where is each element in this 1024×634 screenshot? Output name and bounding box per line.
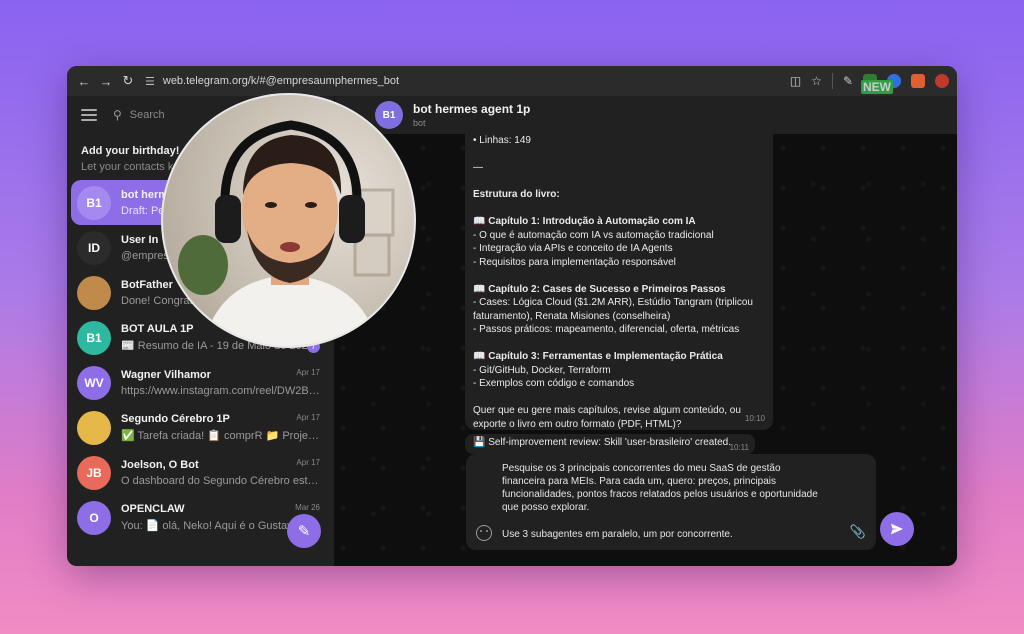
- chat-preview: https://www.instagram.com/reel/DW2BGfl..…: [121, 384, 321, 397]
- chat-date: Apr 17: [296, 413, 320, 422]
- message-line: Estrutura do livro:: [473, 189, 560, 200]
- message-line: 📖 Capítulo 2: Cases de Sucesso e Primeir…: [473, 283, 726, 295]
- chat-item-wagner[interactable]: WV Wagner Vilhamor https://www.instagram…: [67, 360, 334, 405]
- message-line: faturamento), Renata Misiones (conselhei…: [473, 310, 671, 322]
- new-extension-icon[interactable]: NEW: [861, 74, 893, 94]
- message-line: - O que é automação com IA vs automação …: [473, 229, 714, 241]
- url-text: web.telegram.org/k/#@empresaumphermes_bo…: [162, 75, 400, 87]
- message-line: - Passos práticos: mapeamento, diferenci…: [473, 324, 740, 335]
- message-line: —: [473, 162, 483, 173]
- message-line: [473, 202, 765, 216]
- message-text: 💾 Self-improvement review: Skill 'user-b…: [473, 437, 732, 448]
- message-line: [473, 175, 765, 189]
- message-line: - Cases: Lógica Cloud ($1.2M ARR), Estúd…: [473, 297, 753, 308]
- chat-item-joelson[interactable]: JB Joelson, O Bot O dashboard do Segundo…: [67, 450, 334, 495]
- conversation-pane: B1 bot hermes agent 1p bot • Linhas: 149…: [335, 96, 957, 566]
- header-avatar: B1: [375, 101, 403, 129]
- avatar: B1: [77, 320, 111, 355]
- message-text: • Linhas: 149 — Estrutura do livro: 📖 Capít…: [473, 134, 765, 431]
- address-bar[interactable]: ☰ web.telegram.org/k/#@empresaumphermes_…: [145, 70, 790, 92]
- chat-item-segundo-cerebro[interactable]: Segundo Cérebro 1P ✅ Tarefa criada! 📋 co…: [67, 405, 334, 450]
- message-line: [473, 337, 765, 351]
- message-bubble-review: 💾 Self-improvement review: Skill 'user-b…: [465, 434, 755, 454]
- pen-extension-icon[interactable]: ✎: [843, 74, 853, 88]
- send-button[interactable]: [880, 512, 914, 546]
- message-line: [473, 269, 765, 283]
- chat-date: Mar 26: [295, 503, 320, 512]
- avatar: O: [77, 500, 111, 535]
- composer-input[interactable]: Pesquise os 3 principais concorrentes do…: [502, 462, 822, 514]
- search-icon: ⚲: [113, 108, 122, 122]
- message-line: exporte o livro em outro formato (PDF, H…: [473, 418, 682, 430]
- message-composer[interactable]: Pesquise os 3 principais concorrentes do…: [466, 454, 876, 550]
- cast-icon[interactable]: ◫: [790, 74, 801, 88]
- message-line: Quer que eu gere mais capítulos, revise …: [473, 405, 741, 416]
- search-input[interactable]: ⚲ Search: [113, 108, 165, 122]
- message-line: [473, 391, 765, 405]
- browser-toolbar: ← → ↻ ☰ web.telegram.org/k/#@empresaumph…: [67, 66, 957, 96]
- chat-date: Apr 17: [296, 458, 320, 467]
- message-line: 📖 Capítulo 3: Ferramentas e Implementaçã…: [473, 351, 723, 362]
- site-settings-icon[interactable]: ☰: [145, 75, 155, 88]
- header-name: bot hermes agent 1p: [413, 102, 531, 116]
- message-line: • Linhas: 149: [473, 135, 531, 146]
- chat-date: Apr 17: [296, 368, 320, 377]
- message-line: - Git/GitHub, Docker, Terraform: [473, 364, 611, 376]
- search-placeholder: Search: [129, 109, 165, 121]
- toolbar-divider: [831, 73, 833, 89]
- message-line: 📖 Capítulo 1: Introdução à Automação com…: [473, 216, 696, 227]
- bookmark-star-icon[interactable]: ☆: [811, 74, 822, 88]
- attach-paperclip-icon[interactable]: 📎: [850, 524, 866, 540]
- header-subtitle: bot: [413, 118, 426, 128]
- red-extension-icon[interactable]: [935, 74, 949, 88]
- new-label: NEW: [861, 80, 893, 94]
- presenter-video-image: [178, 120, 395, 346]
- reload-icon[interactable]: ↻: [117, 73, 139, 89]
- menu-icon[interactable]: [81, 106, 97, 124]
- webcam-overlay: [161, 93, 416, 348]
- avatar: B1: [77, 185, 111, 220]
- message-time: 10:10: [744, 413, 765, 423]
- chat-preview: O dashboard do Segundo Cérebro está em: …: [121, 474, 321, 487]
- chat-header[interactable]: B1 bot hermes agent 1p bot: [335, 96, 957, 134]
- message-bubble: • Linhas: 149 — Estrutura do livro: 📖 Capít…: [465, 134, 773, 430]
- message-line: [473, 148, 765, 162]
- forward-arrow-icon[interactable]: →: [95, 74, 117, 89]
- emoji-icon[interactable]: [476, 525, 492, 541]
- message-time: 10:11: [729, 443, 749, 452]
- avatar: ID: [77, 230, 111, 265]
- composer-input-line2[interactable]: Use 3 subagentes em paralelo, um por con…: [502, 529, 733, 540]
- new-message-pencil-button[interactable]: ✎: [287, 514, 321, 548]
- message-line: - Integração via APIs e conceito de IA A…: [473, 243, 673, 254]
- send-icon: [891, 523, 903, 535]
- orange-extension-icon[interactable]: [911, 74, 925, 88]
- avatar: WV: [77, 365, 111, 400]
- message-line: - Requisitos para implementação responsá…: [473, 256, 676, 268]
- chat-preview: ✅ Tarefa criada! 📋 comprR 📁 Projeto 1: [121, 430, 321, 442]
- message-line: - Exemplos com código e comandos: [473, 378, 635, 389]
- avatar: [77, 410, 111, 445]
- avatar: [77, 275, 111, 310]
- avatar: JB: [77, 455, 111, 490]
- back-arrow-icon[interactable]: ←: [73, 74, 95, 89]
